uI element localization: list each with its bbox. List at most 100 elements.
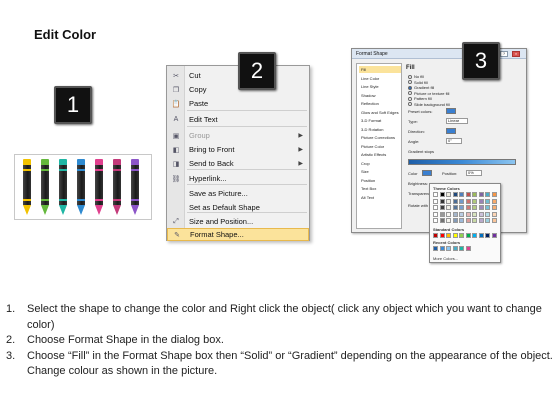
- fill-option-solid-fill[interactable]: Solid fill: [408, 80, 428, 85]
- color-swatch[interactable]: [478, 192, 484, 197]
- position-field[interactable]: 0%: [466, 170, 482, 176]
- menu-item-send-to-back[interactable]: ◨ Send to Back ▶: [167, 157, 309, 170]
- crayon-shape[interactable]: [131, 159, 139, 217]
- color-swatch[interactable]: [446, 211, 451, 217]
- color-swatch[interactable]: [491, 233, 497, 238]
- color-swatch[interactable]: [452, 205, 458, 210]
- radio-button-icon[interactable]: [408, 91, 412, 95]
- color-swatch[interactable]: [452, 211, 458, 217]
- nav-item-glow-and-soft-edges[interactable]: Glow and Soft Edges: [359, 109, 401, 116]
- color-swatch[interactable]: [485, 192, 490, 197]
- nav-item-position[interactable]: Position: [359, 177, 401, 184]
- color-swatch[interactable]: [459, 211, 464, 217]
- color-swatch[interactable]: [433, 192, 438, 197]
- color-swatch[interactable]: [472, 233, 477, 238]
- color-swatch[interactable]: [485, 233, 490, 238]
- color-swatch[interactable]: [452, 192, 458, 197]
- color-swatch[interactable]: [465, 205, 471, 210]
- color-swatch[interactable]: [459, 192, 464, 197]
- color-swatch[interactable]: [439, 211, 445, 217]
- nav-item-line-style[interactable]: Line Style: [359, 83, 401, 90]
- color-swatch[interactable]: [446, 205, 451, 210]
- crayon-shape[interactable]: [77, 159, 85, 217]
- color-swatch[interactable]: [459, 233, 464, 238]
- type-select[interactable]: Linear: [446, 118, 468, 124]
- nav-item-text-box[interactable]: Text Box: [359, 185, 401, 192]
- color-swatch[interactable]: [452, 218, 458, 223]
- color-swatch[interactable]: [472, 192, 477, 197]
- radio-button-icon[interactable]: [408, 80, 412, 84]
- color-swatch[interactable]: [439, 218, 445, 223]
- color-swatch[interactable]: [491, 205, 497, 210]
- color-swatch[interactable]: [491, 211, 497, 217]
- color-swatch[interactable]: [439, 192, 445, 197]
- color-swatch[interactable]: [459, 198, 464, 204]
- color-swatch[interactable]: [465, 211, 471, 217]
- radio-button-icon[interactable]: [408, 102, 412, 106]
- nav-item-size[interactable]: Size: [359, 168, 401, 175]
- color-swatch[interactable]: [465, 246, 471, 251]
- menu-item-save-as-picture[interactable]: Save as Picture...: [167, 187, 309, 200]
- color-swatch[interactable]: [439, 198, 445, 204]
- color-swatch[interactable]: [491, 192, 497, 197]
- menu-item-paste[interactable]: 📋 Paste: [167, 97, 309, 110]
- color-swatch[interactable]: [491, 218, 497, 223]
- color-swatch[interactable]: [446, 233, 451, 238]
- fill-option-slide-background-fill[interactable]: Slide background fill: [408, 102, 450, 107]
- color-swatch[interactable]: [465, 198, 471, 204]
- color-swatch[interactable]: [485, 205, 490, 210]
- menu-item-format-shape[interactable]: ✎ Format Shape...: [167, 228, 309, 241]
- color-swatch[interactable]: [433, 218, 438, 223]
- color-swatch[interactable]: [478, 205, 484, 210]
- nav-item-3-d-rotation[interactable]: 3-D Rotation: [359, 126, 401, 133]
- color-swatch[interactable]: [472, 205, 477, 210]
- color-swatch[interactable]: [478, 218, 484, 223]
- nav-item-reflection[interactable]: Reflection: [359, 100, 401, 107]
- fill-option-no-fill[interactable]: No fill: [408, 74, 424, 79]
- menu-item-size-and-position[interactable]: ⤢ Size and Position...: [167, 215, 309, 228]
- direction-button[interactable]: [446, 128, 456, 134]
- color-swatch[interactable]: [446, 246, 451, 251]
- preset-colors-button[interactable]: [446, 108, 456, 114]
- color-swatch[interactable]: [446, 198, 451, 204]
- color-swatch[interactable]: [446, 192, 451, 197]
- color-swatch[interactable]: [433, 211, 438, 217]
- color-swatch[interactable]: [452, 233, 458, 238]
- crayon-shape[interactable]: [113, 159, 121, 217]
- color-swatch[interactable]: [465, 218, 471, 223]
- crayon-shape[interactable]: [23, 159, 31, 217]
- color-swatch[interactable]: [478, 233, 484, 238]
- fill-option-gradient-fill[interactable]: Gradient fill: [408, 85, 434, 90]
- nav-item-fill[interactable]: Fill: [359, 66, 401, 73]
- color-swatch[interactable]: [485, 218, 490, 223]
- nav-item-crop[interactable]: Crop: [359, 160, 401, 167]
- color-swatch[interactable]: [452, 198, 458, 204]
- color-swatch[interactable]: [433, 246, 438, 251]
- menu-item-edit-text[interactable]: A Edit Text: [167, 113, 309, 126]
- crayon-shapes-group[interactable]: [14, 154, 152, 220]
- angle-field[interactable]: 0°: [446, 138, 462, 144]
- color-swatch[interactable]: [472, 218, 477, 223]
- crayon-shape[interactable]: [41, 159, 49, 217]
- nav-item-artistic-effects[interactable]: Artistic Effects: [359, 151, 401, 158]
- nav-item-picture-corrections[interactable]: Picture Corrections: [359, 134, 401, 141]
- color-swatch[interactable]: [433, 205, 438, 210]
- nav-item-line-color[interactable]: Line Color: [359, 75, 401, 82]
- color-swatch[interactable]: [439, 246, 445, 251]
- nav-item-alt-text[interactable]: Alt Text: [359, 194, 401, 201]
- color-swatch[interactable]: [491, 198, 497, 204]
- color-swatch[interactable]: [472, 211, 477, 217]
- color-swatch[interactable]: [459, 246, 464, 251]
- stop-color-button[interactable]: [422, 170, 432, 176]
- nav-item-picture-color[interactable]: Picture Color: [359, 143, 401, 150]
- close-icon[interactable]: ×: [512, 51, 520, 57]
- help-icon[interactable]: ?: [500, 51, 508, 57]
- fill-option-pattern-fill[interactable]: Pattern fill: [408, 96, 432, 101]
- color-swatch[interactable]: [439, 205, 445, 210]
- menu-item-bring-to-front[interactable]: ◧ Bring to Front ▶: [167, 143, 309, 156]
- nav-item-3-d-format[interactable]: 3-D Format: [359, 117, 401, 124]
- radio-button-icon[interactable]: [408, 85, 412, 90]
- fill-option-picture-or-texture-fill[interactable]: Picture or texture fill: [408, 91, 449, 96]
- color-swatch[interactable]: [433, 233, 438, 238]
- crayon-shape[interactable]: [95, 159, 103, 217]
